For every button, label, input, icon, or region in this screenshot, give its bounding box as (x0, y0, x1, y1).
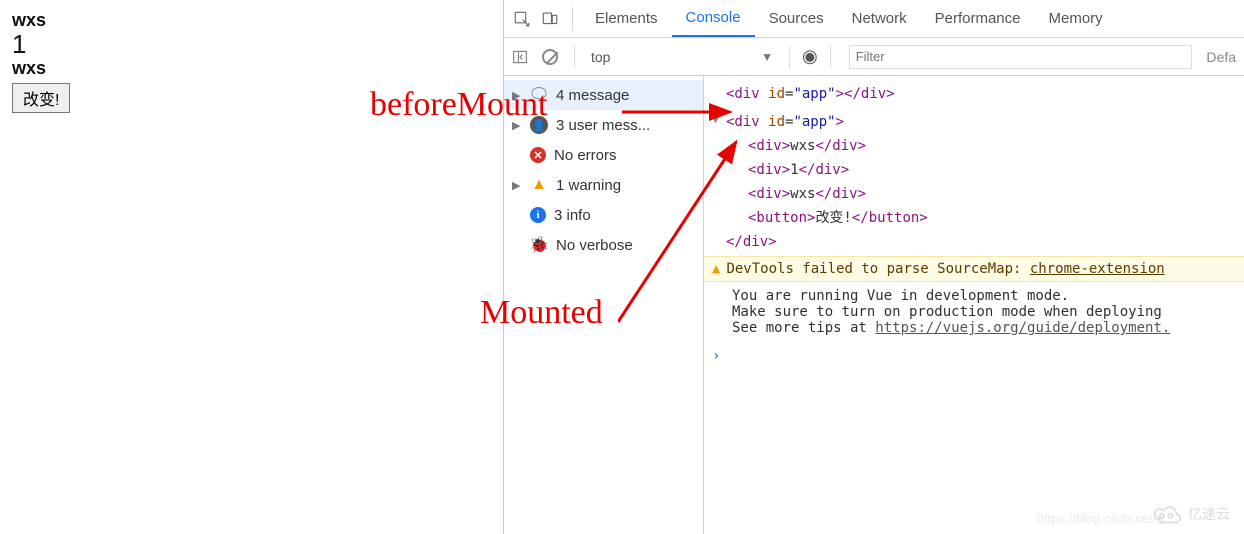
user-icon: 👤 (530, 116, 548, 134)
sidebar-row-user[interactable]: ▶ 👤 3 user mess... (504, 110, 703, 140)
console-log-mounted[interactable]: ▼ <div id="app"> <div>wxs</div> <div>1</… (704, 108, 1244, 256)
app-text-1: wxs (12, 10, 491, 31)
chevron-down-icon: ▼ (761, 50, 773, 64)
context-selector[interactable]: top ▼ (587, 49, 777, 65)
warning-icon: ▲ (530, 176, 548, 194)
clear-console-icon[interactable] (538, 45, 562, 69)
divider (572, 7, 573, 31)
console-toolbar: top ▼ ◉ Defa (504, 38, 1244, 76)
node-text: wxs (790, 138, 815, 154)
sidebar-label: 3 info (554, 207, 591, 224)
divider (830, 46, 831, 68)
console-prompt[interactable]: › (704, 342, 1244, 370)
sidebar-label: No errors (554, 147, 617, 164)
caret-right-icon: ▶ (512, 119, 522, 132)
sidebar-row-warnings[interactable]: ▶ ▲ 1 warning (504, 170, 703, 200)
sidebar-label: No verbose (556, 237, 633, 254)
context-label: top (591, 49, 610, 65)
console-info: You are running Vue in development mode.… (704, 282, 1244, 342)
bug-icon: 🐞 (530, 236, 548, 254)
sidebar-row-errors[interactable]: ✕ No errors (504, 140, 703, 170)
sidebar-row-info[interactable]: i 3 info (504, 200, 703, 230)
divider (574, 46, 575, 68)
sidebar-row-messages[interactable]: ▶ 🗨 4 message (504, 80, 703, 110)
caret-right-icon: ▶ (512, 89, 522, 102)
console-log-before-mount[interactable]: <div id="app"></div> (704, 80, 1244, 108)
sidebar-label: 4 message (556, 87, 629, 104)
tab-elements[interactable]: Elements (581, 0, 672, 37)
cloud-icon (1150, 503, 1184, 528)
tab-console[interactable]: Console (672, 0, 755, 37)
console-sidebar: ▶ 🗨 4 message ▶ 👤 3 user mess... ✕ No er… (504, 76, 704, 534)
info-icon: i (530, 207, 546, 223)
devtools-panel: Elements Console Sources Network Perform… (503, 0, 1244, 534)
divider (789, 46, 790, 68)
app-text-3: wxs (12, 58, 491, 79)
console-warning[interactable]: ▲ DevTools failed to parse SourceMap: ch… (704, 256, 1244, 282)
node-text: 1 (790, 162, 798, 178)
sidebar-label: 3 user mess... (556, 117, 650, 134)
page-content: wxs 1 wxs 改变! (0, 0, 503, 534)
app-text-2: 1 (12, 29, 491, 60)
warning-icon: ▲ (712, 261, 720, 277)
inspect-element-icon[interactable] (508, 5, 536, 33)
brand-watermark: 亿速云 (1144, 503, 1230, 528)
warning-link[interactable]: chrome-extension (1030, 261, 1165, 277)
sidebar-row-verbose[interactable]: 🐞 No verbose (504, 230, 703, 260)
messages-icon: 🗨 (530, 86, 548, 104)
log-levels-label[interactable]: Defa (1206, 49, 1236, 65)
node-text: wxs (790, 186, 815, 202)
tab-performance[interactable]: Performance (921, 0, 1035, 37)
tab-sources[interactable]: Sources (755, 0, 838, 37)
change-button[interactable]: 改变! (12, 83, 70, 113)
spacer (712, 82, 726, 84)
live-expression-icon[interactable]: ◉ (802, 46, 818, 67)
toggle-sidebar-icon[interactable] (508, 45, 532, 69)
console-output: <div id="app"></div> ▼ <div id="app"> <d… (704, 76, 1244, 534)
vue-guide-link[interactable]: https://vuejs.org/guide/deployment. (875, 320, 1170, 336)
tab-network[interactable]: Network (838, 0, 921, 37)
node-text: 改变! (815, 210, 851, 226)
filter-input[interactable] (849, 45, 1193, 69)
devtools-tabbar: Elements Console Sources Network Perform… (504, 0, 1244, 38)
caret-right-icon: ▶ (512, 179, 522, 192)
caret-down-icon[interactable]: ▼ (712, 110, 726, 126)
sidebar-label: 1 warning (556, 177, 621, 194)
warning-text: DevTools failed to parse SourceMap: (726, 261, 1029, 277)
error-icon: ✕ (530, 147, 546, 163)
tab-memory[interactable]: Memory (1035, 0, 1117, 37)
toggle-device-icon[interactable] (536, 5, 564, 33)
